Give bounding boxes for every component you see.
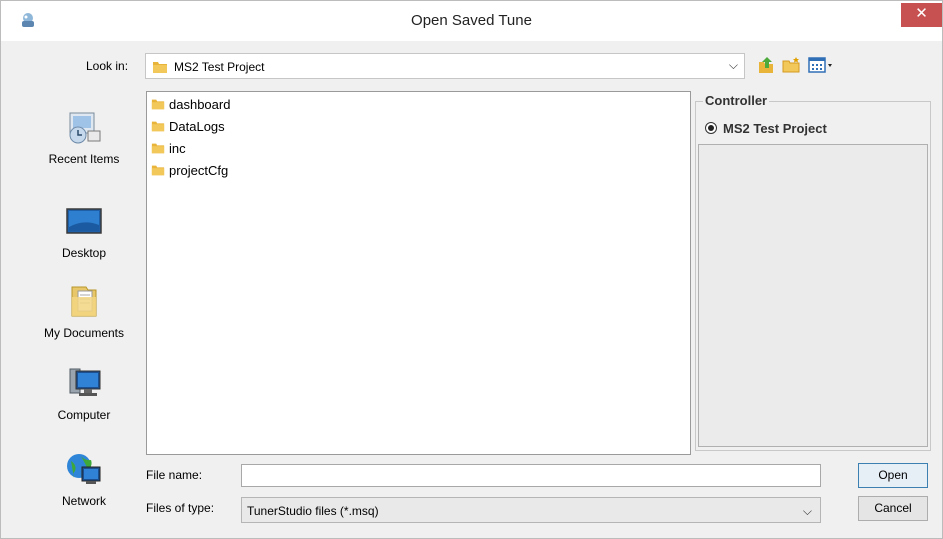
chevron-down-icon: ⌵ — [802, 504, 812, 518]
place-label: Computer — [57, 408, 111, 422]
file-name-label: File name: — [146, 468, 203, 482]
place-label: My Documents — [43, 326, 125, 340]
place-label: Desktop — [61, 246, 107, 260]
place-label: Network — [61, 494, 106, 508]
new-folder-icon[interactable] — [781, 55, 801, 75]
folder-icon — [151, 143, 165, 154]
file-name: projectCfg — [169, 163, 229, 178]
files-of-type-select[interactable]: TunerStudio files (*.msq) ⌵ — [241, 497, 821, 523]
file-name: inc — [169, 141, 186, 156]
look-in-value: MS2 Test Project — [174, 60, 265, 74]
desktop-icon — [66, 208, 102, 234]
folder-icon — [151, 165, 165, 176]
close-icon: ✕ — [915, 5, 928, 22]
file-name: dashboard — [169, 97, 231, 112]
list-item[interactable]: dashboard — [151, 94, 451, 114]
open-button[interactable]: Open — [858, 463, 928, 488]
recent-items-icon — [69, 112, 101, 144]
places-bar: Recent Items Desktop My Documents Comput… — [34, 91, 134, 521]
files-of-type-value: TunerStudio files (*.msq) — [247, 504, 379, 518]
look-in-label: Look in: — [86, 59, 129, 73]
chevron-down-icon: ⌵ — [728, 58, 738, 72]
file-list[interactable]: dashboard DataLogs inc projectCfg — [146, 91, 691, 455]
place-computer[interactable]: Computer — [34, 363, 134, 422]
folder-icon — [151, 99, 165, 110]
place-desktop[interactable]: Desktop — [34, 201, 134, 260]
look-in-combo[interactable]: MS2 Test Project ⌵ — [145, 53, 745, 79]
files-of-type-label: Files of type: — [146, 501, 215, 515]
list-item[interactable]: inc — [151, 138, 451, 158]
place-recent-items[interactable]: Recent Items — [34, 107, 134, 166]
cancel-button[interactable]: Cancel — [858, 496, 928, 521]
computer-icon — [69, 368, 101, 396]
list-item[interactable]: DataLogs — [151, 116, 451, 136]
list-item[interactable]: projectCfg — [151, 160, 451, 180]
my-documents-icon — [71, 286, 97, 317]
place-network[interactable]: Network — [34, 449, 134, 508]
up-folder-icon[interactable] — [756, 55, 776, 75]
folder-icon — [153, 62, 167, 73]
controller-option-label: MS2 Test Project — [723, 121, 827, 136]
file-name-input[interactable] — [241, 464, 821, 487]
close-button[interactable]: ✕ — [901, 3, 942, 27]
folder-icon — [151, 121, 165, 132]
file-name: DataLogs — [169, 119, 225, 134]
controller-panel — [698, 144, 928, 447]
controller-title: Controller — [703, 93, 770, 108]
window-title: Open Saved Tune — [411, 12, 532, 29]
place-label: Recent Items — [48, 152, 120, 166]
network-icon — [67, 454, 101, 484]
place-my-documents[interactable]: My Documents — [34, 281, 134, 340]
radio-selected-icon[interactable] — [705, 122, 717, 134]
title-bar[interactable]: Open Saved Tune ✕ — [1, 1, 942, 41]
view-menu-icon[interactable] — [807, 55, 835, 75]
open-saved-tune-dialog: Open Saved Tune ✕ Look in: MS2 Test Proj… — [0, 0, 943, 539]
